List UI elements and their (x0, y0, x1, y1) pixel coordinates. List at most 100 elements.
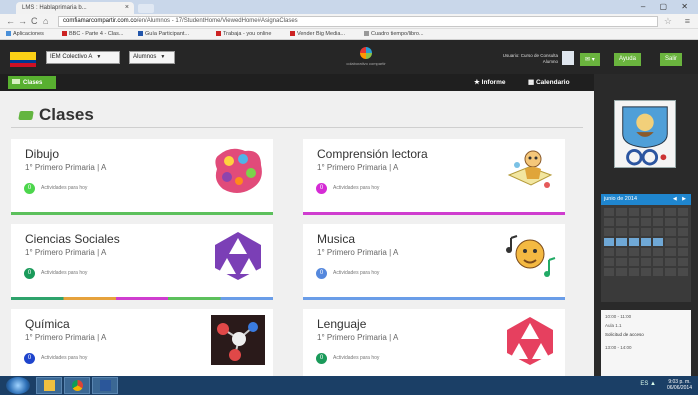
class-card-lenguaje[interactable]: Lenguaje 1° Primero Primaria | A 0 Activ… (303, 309, 565, 376)
folder-icon (43, 380, 55, 391)
class-name: Ciencias Sociales (25, 232, 120, 246)
class-name: Musica (317, 232, 356, 246)
activity-label: Actividades para hoy (333, 270, 380, 276)
address-bar-row: ← → C ⌂ comfiamarcompartir.com.co/en/Alu… (0, 14, 698, 29)
palette-icon (215, 148, 262, 193)
user-info: Usuario: Curso de Consulta Alumno (478, 53, 558, 65)
taskbar-chrome[interactable] (64, 377, 90, 394)
right-sidebar: junio de 2014 ◀ ▶ 10:00 - 11:00 Aula 1.1… (594, 74, 698, 376)
class-grade: 1° Primero Primaria | A (25, 248, 107, 257)
activity-label: Actividades para hoy (41, 355, 88, 361)
help-button[interactable]: Ayuda (614, 53, 641, 66)
bookmark-label: BBC - Parte 4 - Clas... (69, 31, 124, 37)
start-button[interactable] (6, 377, 30, 394)
bookmark-item[interactable]: Aplicaciones (6, 31, 44, 37)
bookmark-label: Cuadro tiempo/libro... (371, 31, 424, 37)
chevron-down-icon: ▼ (160, 54, 166, 60)
card-accent-bar (303, 212, 565, 215)
section-nav: Clases ★ Informe ▦ Calendario (0, 74, 594, 91)
nav-report-link[interactable]: ★ Informe (474, 78, 505, 86)
youtube-icon (290, 31, 295, 36)
url-host: comfiamarcompartir.com.co (63, 18, 137, 24)
activity-count-badge: 0 (24, 353, 35, 364)
calendar-nav-arrows[interactable]: ◀ ▶ (673, 196, 688, 202)
card-accent-bar (11, 297, 273, 300)
bookmark-label: Guía Participant... (145, 31, 190, 37)
app-header: IEM Colectivo A ▼ Alumnos ▼ colaborativo c… (0, 40, 698, 74)
class-grade: 1° Primero Primaria | A (25, 163, 107, 172)
chrome-icon (71, 380, 83, 391)
app-logo[interactable]: colaborativo compartir (336, 47, 396, 71)
bookmark-label: Trabaja - you online (223, 31, 272, 37)
class-grade: 1° Primero Primaria | A (317, 163, 399, 172)
taskbar-clock[interactable]: 9:03 p. m. 06/06/2014 (667, 379, 692, 391)
nav-calendar-link[interactable]: ▦ Calendario (528, 78, 570, 86)
word-icon (99, 380, 111, 391)
bookmark-item[interactable]: Guía Participant... (138, 31, 189, 37)
class-card-comprension-lectora[interactable]: Comprensión lectora 1° Primero Primaria … (303, 139, 565, 215)
messages-button[interactable]: ✉ ▾ (580, 53, 600, 66)
home-icon[interactable]: ⌂ (43, 16, 48, 26)
agenda-time: 13:00 - 14:00 (605, 345, 632, 350)
page-title: Clases (39, 105, 94, 124)
calendar-header: junio de 2014 ◀ ▶ (601, 194, 691, 205)
reload-icon[interactable]: C (31, 16, 38, 26)
agenda-item[interactable]: Solicitud de acceso (605, 332, 687, 337)
activity-label: Actividades para hoy (333, 185, 380, 191)
class-name: Lenguaje (317, 317, 367, 331)
class-card-dibujo[interactable]: Dibujo 1° Primero Primaria | A 0 Activid… (11, 139, 273, 215)
activity-label: Actividades para hoy (41, 270, 88, 276)
activity-count-badge: 0 (24, 183, 35, 194)
clock-date: 06/06/2014 (666, 385, 692, 391)
class-card-ciencias-sociales[interactable]: Ciencias Sociales 1° Primero Primaria | … (11, 224, 273, 300)
role-select[interactable]: Alumnos ▼ (129, 51, 175, 64)
system-tray[interactable]: ES ▲ (640, 381, 656, 387)
taskbar-word[interactable] (92, 377, 118, 394)
bookmark-item[interactable]: Vender Big Media... (290, 31, 345, 37)
bookmark-item[interactable]: Trabaja - you online (216, 31, 271, 37)
bookmark-item[interactable]: BBC - Parte 4 - Clas... (62, 31, 123, 37)
windows-taskbar: ES ▲ 9:03 p. m. 06/06/2014 (0, 376, 698, 395)
music-character-icon (506, 235, 556, 277)
class-grade: 1° Primero Primaria | A (317, 333, 399, 342)
mini-calendar: junio de 2014 ◀ ▶ (601, 194, 691, 302)
page-header: Clases (11, 98, 583, 128)
nav-classes-button[interactable]: Clases (8, 76, 56, 89)
calendar-grid[interactable] (601, 205, 691, 279)
school-select-value: IEM Colectivo A (50, 54, 93, 60)
browser-tab[interactable]: LMS : Hablaprimaria b... × (16, 2, 134, 14)
new-tab-button[interactable] (138, 4, 154, 13)
hexagon-triangles-icon (507, 317, 553, 365)
molecules-icon (211, 315, 265, 365)
class-card-quimica[interactable]: Química 1° Primero Primaria | A 0 Activi… (11, 309, 273, 376)
avatar[interactable] (562, 51, 574, 65)
browser-menu-icon[interactable]: ≡ (685, 16, 690, 26)
page-icon (364, 31, 369, 36)
school-select[interactable]: IEM Colectivo A ▼ (46, 51, 120, 64)
main-content: Clases Dibujo 1° Primero Primaria | A 0 … (0, 91, 594, 376)
taskbar-explorer[interactable] (36, 377, 62, 394)
youtube-icon (62, 31, 67, 36)
class-card-musica[interactable]: Musica 1° Primero Primaria | A 0 Activid… (303, 224, 565, 300)
calendar-month: junio de 2014 (604, 196, 638, 202)
url-input[interactable]: comfiamarcompartir.com.co/en/Alumnos - 1… (58, 16, 658, 27)
activity-count-badge: 0 (316, 353, 327, 364)
exit-button[interactable]: Salir (660, 53, 683, 66)
back-icon[interactable]: ← (6, 16, 15, 26)
bookmark-star-icon[interactable]: ☆ (664, 16, 672, 27)
class-grade: 1° Primero Primaria | A (317, 248, 399, 257)
agenda-panel: 10:00 - 11:00 Aula 1.1 Solicitud de acce… (601, 310, 691, 376)
bookmark-item[interactable]: Cuadro tiempo/libro... (364, 31, 424, 37)
page-icon (138, 31, 143, 36)
close-tab-icon[interactable]: × (125, 4, 129, 11)
activity-label: Actividades para hoy (333, 355, 380, 361)
window-controls[interactable]: – ▢ ✕ (641, 2, 694, 11)
forward-icon[interactable]: → (18, 16, 27, 26)
apps-icon (6, 31, 11, 36)
class-name: Comprensión lectora (317, 147, 428, 161)
book-icon (18, 111, 34, 120)
colombia-flag-icon (10, 52, 36, 67)
agenda-time: 10:00 - 11:00 (605, 314, 632, 319)
card-accent-bar (11, 212, 273, 215)
school-crest-image (614, 100, 676, 168)
